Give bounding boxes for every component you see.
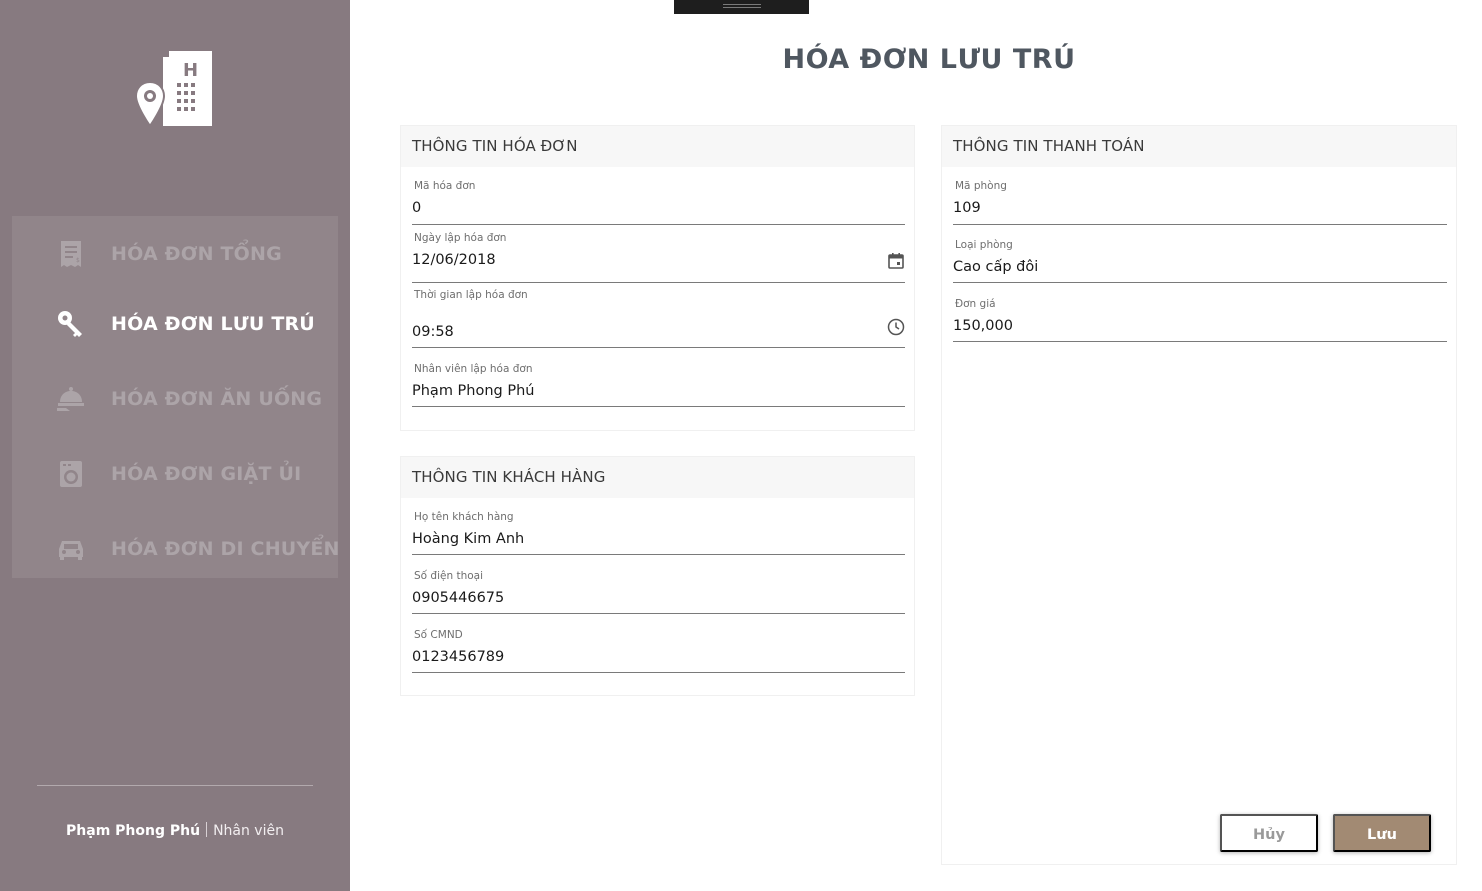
sidebar-nav: $ HÓA ĐƠN TỔNG HÓA ĐƠN LƯU TRÚ HÓA ĐƠN Ă… (12, 216, 339, 578)
customer-phone-field[interactable]: Số điện thoại 0905446675 (412, 568, 905, 616)
card-title: THÔNG TIN THANH TOÁN (953, 137, 1145, 155)
sidebar-item-invoice-stay[interactable]: HÓA ĐƠN LƯU TRÚ (12, 286, 338, 361)
key-icon (56, 309, 86, 339)
field-value[interactable]: 0905446675 (412, 590, 504, 606)
card-header: THÔNG TIN KHÁCH HÀNG (401, 457, 914, 498)
sidebar-divider (37, 785, 313, 786)
card-header: THÔNG TIN HÓA ĐƠN (401, 126, 914, 167)
sidebar-item-label: HÓA ĐƠN ĂN UỐNG (111, 387, 323, 410)
app-window: H $ HÓA ĐƠN TỔNG HÓA ĐƠN LƯU TRÚ HÓA ĐƠN… (0, 0, 1482, 891)
user-separator (206, 822, 208, 837)
field-label: Đơn giá (955, 298, 996, 310)
cancel-button[interactable]: Hủy (1220, 814, 1318, 852)
field-value[interactable]: 150,000 (953, 318, 1013, 334)
invoice-date-field[interactable]: Ngày lập hóa đơn 12/06/2018 (412, 230, 905, 284)
customer-name-field[interactable]: Họ tên khách hàng Hoàng Kim Anh (412, 509, 905, 557)
field-label: Số CMND (414, 629, 463, 641)
invoice-time-field[interactable]: Thời gian lập hóa đơn 09:58 (412, 287, 905, 349)
field-label: Thời gian lập hóa đơn (414, 289, 528, 301)
sidebar-item-label: HÓA ĐƠN GIẶT ỦI (111, 462, 302, 485)
field-value[interactable]: 0123456789 (412, 649, 504, 665)
field-label: Họ tên khách hàng (414, 511, 514, 523)
invoice-info-card: THÔNG TIN HÓA ĐƠN Mã hóa đơn 0 Ngày lập … (400, 125, 915, 431)
field-underline (412, 554, 905, 555)
field-value[interactable]: Phạm Phong Phú (412, 383, 535, 399)
room-service-icon (56, 384, 86, 414)
user-name: Phạm Phong Phú (66, 823, 201, 839)
room-type-field[interactable]: Loại phòng Cao cấp đôi (953, 237, 1447, 285)
card-title: THÔNG TIN KHÁCH HÀNG (412, 468, 606, 486)
sidebar-item-label: HÓA ĐƠN DI CHUYỂN (111, 537, 340, 560)
handle-line (723, 4, 761, 5)
customer-id-card-field[interactable]: Số CMND 0123456789 (412, 627, 905, 675)
sidebar-item-invoice-laundry[interactable]: HÓA ĐƠN GIẶT ỦI (12, 436, 338, 511)
card-header: THÔNG TIN THANH TOÁN (942, 126, 1456, 167)
window-drag-handle[interactable] (674, 0, 809, 14)
field-underline (412, 224, 905, 225)
washing-machine-icon (56, 459, 86, 489)
page-title: HÓA ĐƠN LƯU TRÚ (782, 44, 1076, 75)
sidebar-item-invoice-transport[interactable]: HÓA ĐƠN DI CHUYỂN (12, 511, 340, 586)
invoice-id-field[interactable]: Mã hóa đơn 0 (412, 178, 905, 226)
car-icon (56, 534, 86, 564)
field-underline (412, 347, 905, 348)
calendar-icon[interactable] (887, 252, 905, 270)
sidebar-item-label: HÓA ĐƠN LƯU TRÚ (111, 312, 315, 335)
clock-icon[interactable] (887, 318, 905, 336)
field-underline (953, 224, 1447, 225)
field-value[interactable]: 0 (412, 200, 421, 216)
field-value[interactable]: 09:58 (412, 324, 454, 340)
field-underline (953, 341, 1447, 342)
card-title: THÔNG TIN HÓA ĐƠN (412, 137, 578, 155)
sidebar: H $ HÓA ĐƠN TỔNG HÓA ĐƠN LƯU TRÚ HÓA ĐƠN… (0, 0, 350, 891)
field-underline (412, 672, 905, 673)
field-label: Ngày lập hóa đơn (414, 232, 507, 244)
field-underline (412, 613, 905, 614)
field-value[interactable]: Cao cấp đôi (953, 259, 1038, 275)
field-label: Nhân viên lập hóa đơn (414, 363, 533, 375)
user-role: Nhân viên (213, 823, 284, 839)
handle-line (723, 7, 761, 8)
field-label: Loại phòng (955, 239, 1013, 251)
customer-info-card: THÔNG TIN KHÁCH HÀNG Họ tên khách hàng H… (400, 456, 915, 696)
sidebar-item-label: HÓA ĐƠN TỔNG (111, 242, 282, 265)
field-value[interactable]: Hoàng Kim Anh (412, 531, 524, 547)
hotel-location-icon: H (133, 48, 217, 132)
field-underline (412, 282, 905, 283)
room-code-field[interactable]: Mã phòng 109 (953, 178, 1447, 226)
unit-price-field[interactable]: Đơn giá 150,000 (953, 296, 1447, 344)
field-value[interactable]: 109 (953, 200, 981, 216)
svg-text:H: H (183, 60, 198, 81)
field-underline (953, 282, 1447, 283)
invoice-staff-field[interactable]: Nhân viên lập hóa đơn Phạm Phong Phú (412, 361, 905, 409)
field-underline (412, 406, 905, 407)
sidebar-item-invoice-dining[interactable]: HÓA ĐƠN ĂN UỐNG (12, 361, 338, 436)
svg-text:$: $ (76, 257, 80, 264)
payment-info-card: THÔNG TIN THANH TOÁN Mã phòng 109 Loại p… (941, 125, 1457, 865)
field-value[interactable]: 12/06/2018 (412, 252, 496, 268)
user-info: Phạm Phong Phú Nhân viên (0, 822, 350, 839)
field-label: Số điện thoại (414, 570, 484, 582)
field-label: Mã phòng (955, 180, 1007, 192)
receipt-icon: $ (56, 239, 86, 269)
sidebar-item-invoice-total[interactable]: $ HÓA ĐƠN TỔNG (12, 216, 338, 291)
field-label: Mã hóa đơn (414, 180, 476, 192)
save-button[interactable]: Lưu (1333, 814, 1431, 852)
